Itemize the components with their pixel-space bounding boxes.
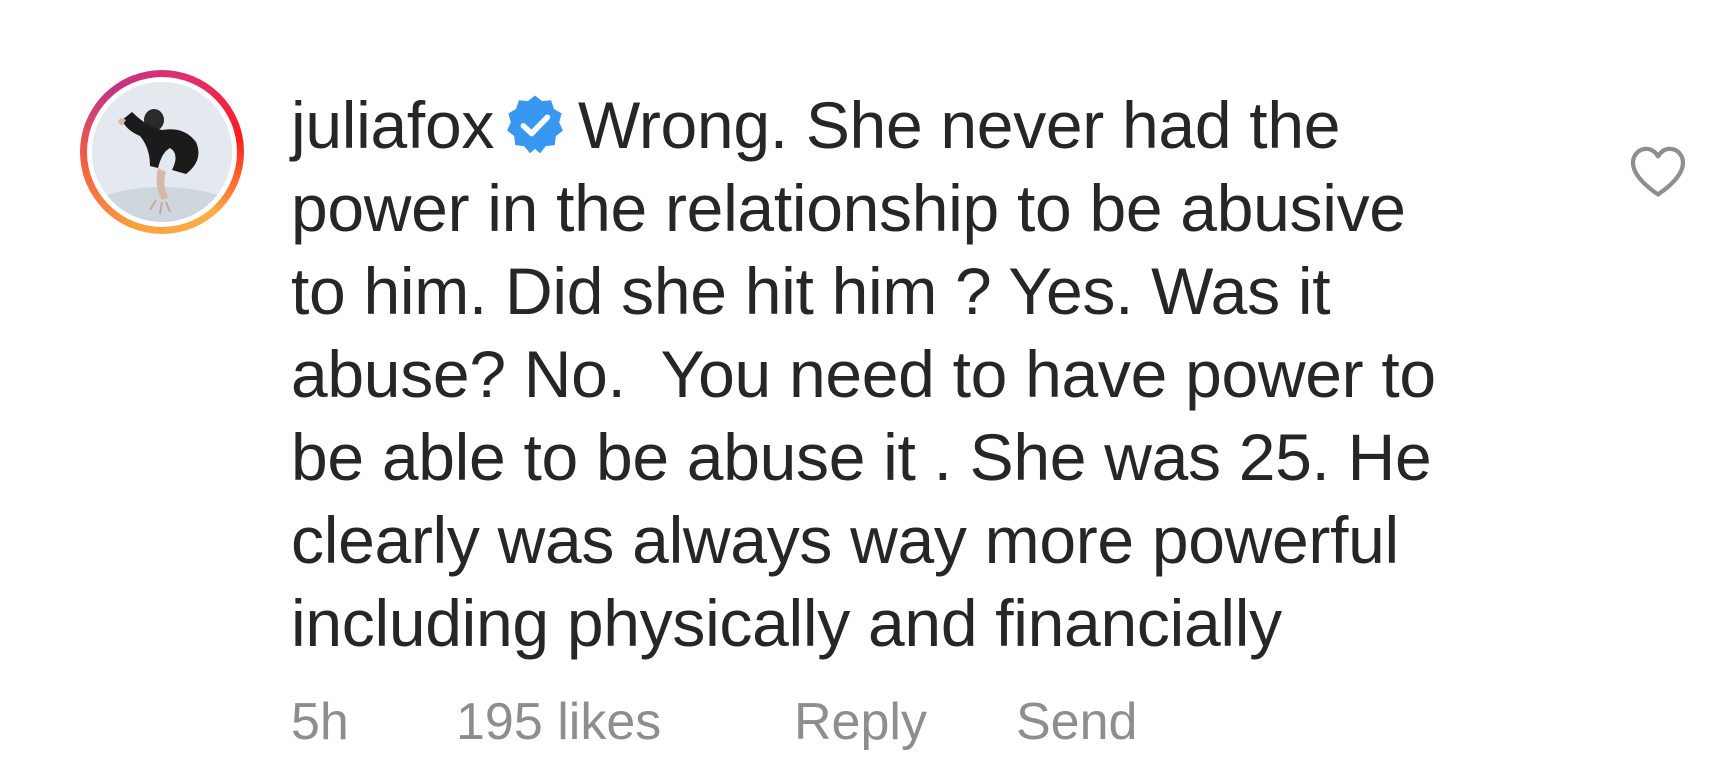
comment-timestamp: 5h: [291, 693, 349, 751]
comment-text-line-7: including physically and financially: [291, 586, 1282, 660]
comment-text-line-1: Wrong. She never had the: [578, 88, 1341, 162]
likes-count-link[interactable]: 195 likes: [456, 692, 794, 752]
comment-body: juliafox Wrong. She never had the power i…: [291, 84, 1531, 665]
heart-outline-icon[interactable]: [1628, 144, 1688, 200]
comment-text-line-6: clearly was always way more powerful: [291, 503, 1399, 577]
send-button[interactable]: Send: [1016, 692, 1137, 752]
comment-meta: 5h 195 likes Reply Send: [291, 692, 1137, 752]
comment: juliafox Wrong. She never had the power i…: [0, 0, 1724, 772]
comment-text-line-5: be able to be abuse it . She was 25. He: [291, 420, 1432, 494]
comment-line: juliafox Wrong. She never had the: [291, 84, 1531, 167]
comment-text-line-3: to him. Did she hit him ? Yes. Was it: [291, 254, 1331, 328]
avatar-photo: [92, 82, 232, 222]
comment-text-line-4: abuse? No. You need to have power to: [291, 337, 1436, 411]
reply-button[interactable]: Reply: [794, 692, 1016, 752]
comment-text-line-2: power in the relationship to be abusive: [291, 171, 1406, 245]
avatar-image: [92, 82, 232, 222]
username-link[interactable]: juliafox: [291, 88, 494, 162]
avatar[interactable]: [80, 70, 244, 234]
verified-badge-icon: [504, 94, 566, 156]
